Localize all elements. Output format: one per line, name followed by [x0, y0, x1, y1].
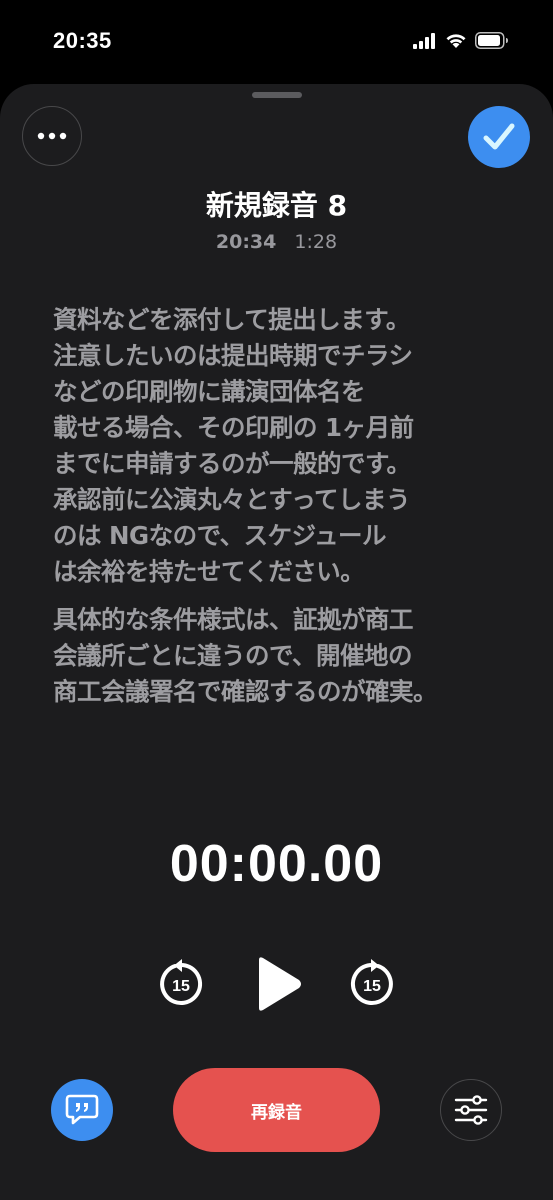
skip-back-button[interactable]: 15: [155, 958, 207, 1010]
playback-timer: 00:00.00: [169, 835, 384, 893]
skip-forward-seconds: 15: [363, 978, 381, 995]
status-icons: [413, 32, 509, 49]
transcript-paragraph: 資料などを添付して提出します。 注意したいのは提出時期でチラシ などの印刷物に講…: [53, 302, 513, 590]
transcript-line: までに申請するのが一般的です。: [53, 449, 411, 478]
recording-duration: 1:28: [294, 231, 338, 253]
transcript-line: 会議所ごとに違うので、開催地の: [53, 641, 413, 670]
quote-bubble-icon: [65, 1094, 99, 1125]
recording-title: 新規録音 8: [205, 189, 348, 222]
cellular-signal-icon: [413, 32, 435, 49]
transcript-line: は余裕を持たせてください。: [53, 557, 365, 586]
ellipsis-icon: [37, 132, 67, 140]
rerecord-button[interactable]: 再録音: [173, 1068, 380, 1152]
recording-meta: 20:34 1:28: [0, 231, 553, 253]
transcript-line: 資料などを添付して提出します。: [53, 305, 410, 334]
sheet-grabber[interactable]: [252, 92, 302, 98]
playback-settings-button[interactable]: [440, 1079, 502, 1141]
transcript-line: のは NGなので、スケジュール: [53, 521, 386, 550]
done-button[interactable]: [468, 106, 530, 168]
status-bar: 20:35: [0, 0, 553, 84]
transcript-line: 載せる場合、その印刷の 1ヶ月前: [53, 413, 414, 442]
transcript-line: 承認前に公演丸々とすってしまう: [53, 485, 411, 514]
skip-forward-15-icon: 15: [350, 959, 393, 1005]
status-time: 20:35: [53, 28, 112, 53]
transcript-line: 商工会議署名で確認するのが確実。: [53, 677, 438, 706]
transcript-toggle-button[interactable]: [51, 1079, 113, 1141]
wifi-icon: [446, 33, 466, 48]
sliders-icon: [454, 1095, 488, 1125]
transcript-paragraph: 具体的な条件様式は、証拠が商工 会議所ごとに違うので、開催地の 商工会議署名で確…: [53, 602, 513, 710]
recording-sheet: 新規録音 8 20:34 1:28 資料などを添付して提出します。 注意したいの…: [0, 84, 553, 1200]
more-options-button[interactable]: [22, 106, 82, 166]
transcript-line: 注意したいのは提出時期でチラシ: [53, 341, 413, 370]
transcript-text: 資料などを添付して提出します。 注意したいのは提出時期でチラシ などの印刷物に講…: [53, 302, 513, 722]
play-button[interactable]: [252, 956, 304, 1012]
skip-back-15-icon: 15: [160, 959, 203, 1005]
checkmark-icon: [483, 123, 515, 150]
transcript-line: などの印刷物に講演団体名を: [53, 377, 366, 406]
skip-forward-button[interactable]: 15: [346, 958, 398, 1010]
battery-icon: [475, 32, 508, 49]
recording-time: 20:34: [215, 231, 277, 253]
skip-back-seconds: 15: [172, 978, 190, 995]
transcript-line: 具体的な条件様式は、証拠が商工: [53, 605, 414, 634]
play-icon: [259, 957, 301, 1011]
